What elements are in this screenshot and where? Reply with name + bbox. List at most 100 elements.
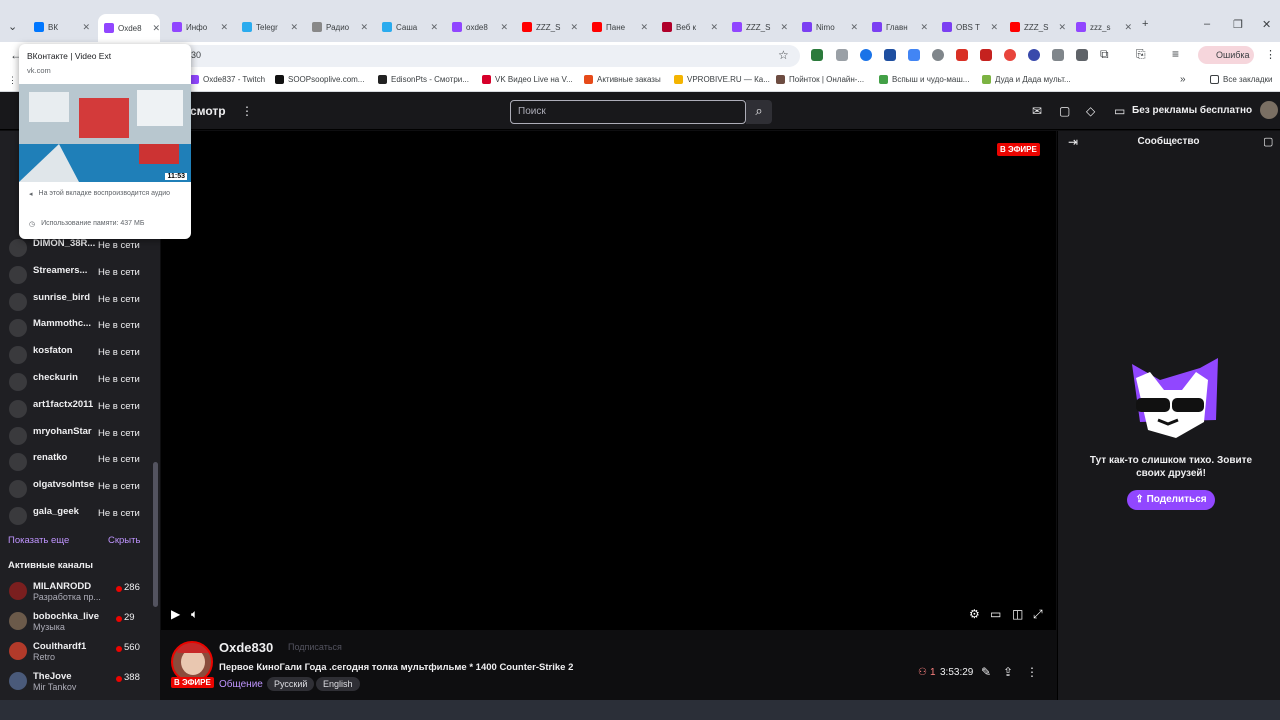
search-button[interactable]: ⌕ [746,100,772,124]
extensions-puzzle-icon[interactable]: ⧉ [1100,47,1109,62]
active-channel-row[interactable]: Coulthardf1 Retro 560 [0,638,152,668]
browser-tab[interactable]: zzz_s ✕ [1070,16,1132,38]
extension-icon[interactable] [956,49,968,61]
bookmark-item[interactable]: Oxde837 - Twitch [190,75,265,84]
share-icon[interactable]: ⇪ [1003,665,1013,679]
followed-channel-row[interactable]: kosfaton Не в сети [0,342,152,368]
theatre-mode-icon[interactable]: ▭ [990,607,1001,621]
hide-link[interactable]: Скрыть [108,535,140,546]
followed-channel-row[interactable]: Streamers... Не в сети [0,262,152,288]
mute-icon[interactable]: 🔈︎ [191,607,198,622]
reading-list-icon[interactable]: ≡ [1172,47,1179,61]
sidebar-scrollbar[interactable] [153,462,158,607]
close-tab-icon[interactable]: ✕ [82,22,90,33]
bookmark-item[interactable]: SOOPsooplive.com... [275,75,364,84]
follow-button[interactable]: Подписаться [288,642,342,652]
active-channel-row[interactable]: MILANRODD Разработка пр... 286 [0,578,152,608]
close-tab-icon[interactable]: ✕ [990,22,998,33]
extension-icon[interactable] [884,49,896,61]
user-avatar[interactable] [1260,101,1278,119]
bookmark-item[interactable]: Пойнток | Онлайн-... [776,75,864,84]
close-tab-icon[interactable]: ✕ [710,22,718,33]
video-player[interactable] [161,131,1056,630]
active-channel-row[interactable]: TheJove Mir Tankov 388 [0,668,152,698]
category-link[interactable]: Общение [219,679,263,690]
followed-channel-row[interactable]: gala_geek Не в сети [0,503,152,529]
more-bookmarks-icon[interactable]: » [1180,74,1186,85]
browser-tab[interactable]: OBS T ✕ [936,16,998,38]
browser-tab[interactable]: Радио ✕ [306,16,368,38]
bits-icon[interactable]: ◇ [1086,104,1095,118]
save-page-icon[interactable]: ⎘ [1136,47,1146,62]
bookmark-star-icon[interactable]: ☆ [778,48,789,62]
whispers-icon[interactable]: ▢ [1059,104,1070,118]
more-options-icon[interactable]: ⋮ [241,104,253,118]
followed-channel-row[interactable]: checkurin Не в сети [0,369,152,395]
browser-tab[interactable]: Oxde8 ✕ [98,14,160,42]
browser-tab[interactable]: Главн ✕ [866,16,928,38]
close-tab-icon[interactable]: ✕ [500,22,508,33]
maximize-icon[interactable]: ❐ [1233,18,1243,31]
close-tab-icon[interactable]: ✕ [780,22,788,33]
bookmark-item[interactable]: Дуда и Дада мульт... [982,75,1071,84]
new-tab-button[interactable]: + [1142,18,1148,30]
browser-tab[interactable]: Веб к ✕ [656,16,718,38]
followed-channel-row[interactable]: Mammothc... Не в сети [0,315,152,341]
extension-icon[interactable] [1004,49,1016,61]
search-input[interactable]: Поиск [510,100,746,124]
close-tab-icon[interactable]: ✕ [360,22,368,33]
bookmark-item[interactable]: Активные заказы [584,75,661,84]
bookmark-item[interactable]: Вспыш и чудо-маш... [879,75,969,84]
bookmark-item[interactable]: VK Видео Live на V... [482,75,573,84]
close-window-icon[interactable]: ✕ [1262,18,1271,31]
extension-icon[interactable] [1076,49,1088,61]
browser-tab[interactable]: Пане ✕ [586,16,648,38]
browser-tab[interactable]: ZZZ_S ✕ [726,16,788,38]
share-button[interactable]: ⇪ Поделиться [1127,490,1215,510]
close-tab-icon[interactable]: ✕ [430,22,438,33]
close-tab-icon[interactable]: ✕ [290,22,298,33]
close-tab-icon[interactable]: ✕ [1124,22,1132,33]
extension-icon[interactable] [1028,49,1040,61]
browser-tab[interactable]: ВК ✕ [28,16,90,38]
show-more-link[interactable]: Показать еще [8,535,69,546]
followed-channel-row[interactable]: art1factx2011 Не в сети [0,396,152,422]
settings-gear-icon[interactable]: ⚙ [969,607,980,621]
extension-icon[interactable] [932,49,944,61]
browser-tab[interactable]: Саша ✕ [376,16,438,38]
extension-icon[interactable] [860,49,872,61]
browse-link[interactable]: смотр [190,104,226,118]
miniplayer-icon[interactable]: ◫ [1012,607,1023,621]
close-tab-icon[interactable]: ✕ [220,22,228,33]
extension-icon[interactable] [836,49,848,61]
chat-bubble-icon[interactable]: ▢ [1263,135,1273,148]
edit-pencil-icon[interactable]: ✎ [981,665,991,679]
close-tab-icon[interactable]: ✕ [640,22,648,33]
active-channel-row[interactable]: bobochka_live Музыка 29 [0,608,152,638]
more-options-icon[interactable]: ⋮ [1026,665,1038,679]
minimize-icon[interactable]: – [1204,18,1210,30]
fullscreen-icon[interactable]: ⤢ [1033,607,1043,622]
browser-tab[interactable]: Telegr ✕ [236,16,298,38]
chrome-menu-icon[interactable]: ⋮ [1265,48,1276,61]
tab-search-chevron-icon[interactable]: ⌄ [8,20,17,33]
close-tab-icon[interactable]: ✕ [570,22,578,33]
close-tab-icon[interactable]: ✕ [850,22,858,33]
close-tab-icon[interactable]: ✕ [152,23,160,34]
ad-free-link[interactable]: Без рекламы бесплатно [1132,105,1252,116]
channel-name[interactable]: Oxde830 [219,640,273,655]
all-bookmarks-folder[interactable]: Все закладки [1210,75,1272,84]
browser-tab[interactable]: Инфо ✕ [166,16,228,38]
followed-channel-row[interactable]: renatko Не в сети [0,449,152,475]
extension-icon[interactable] [811,49,823,61]
followed-channel-row[interactable]: mryohanStar Не в сети [0,423,152,449]
pdf-icon[interactable] [980,49,992,61]
extension-icon[interactable] [1052,49,1064,61]
inbox-icon[interactable]: ✉ [1032,104,1042,118]
browser-tab[interactable]: oxde8 ✕ [446,16,508,38]
followed-channel-row[interactable]: olgatvsolntse Не в сети [0,476,152,502]
browser-tab[interactable]: Nimo ✕ [796,16,858,38]
followed-channel-row[interactable]: sunrise_bird Не в сети [0,289,152,315]
translate-icon[interactable] [908,49,920,61]
play-icon[interactable]: ▶ [171,607,180,621]
